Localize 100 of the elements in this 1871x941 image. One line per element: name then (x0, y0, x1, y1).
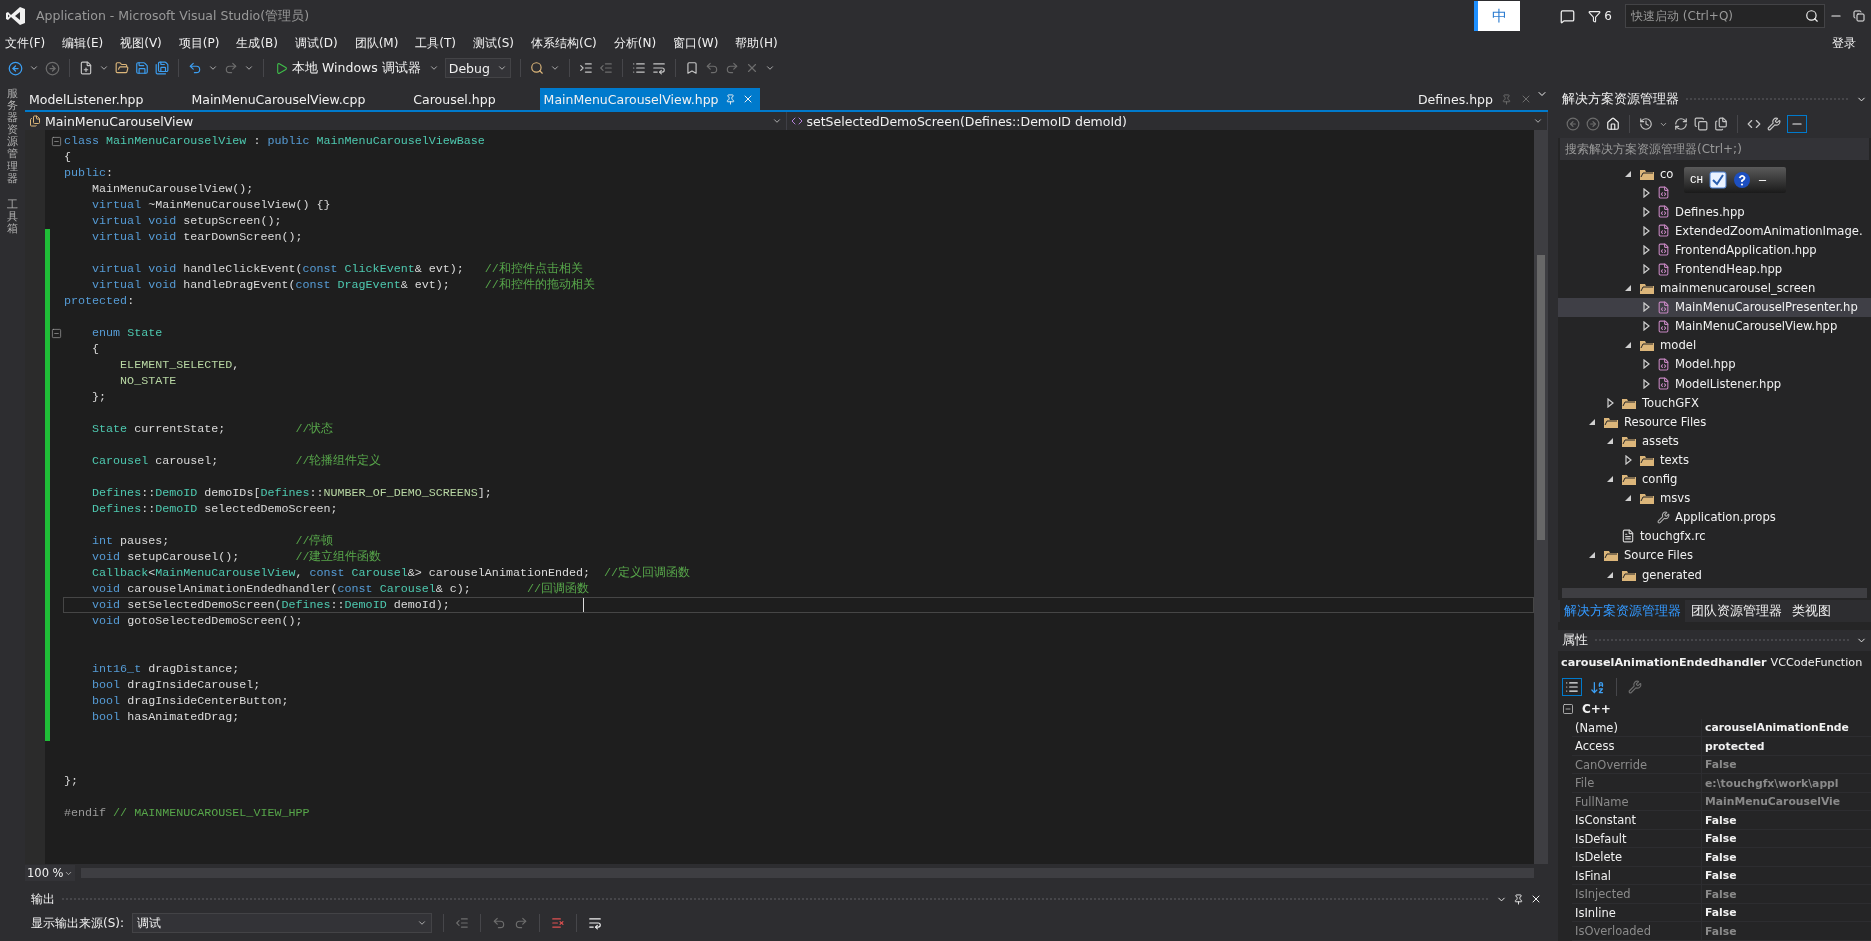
find-icon[interactable] (529, 61, 544, 75)
tree-row[interactable]: msvs (1558, 488, 1693, 508)
collapsed-arrow-icon[interactable] (1642, 187, 1650, 198)
menu-item[interactable]: 工具(T) (412, 34, 460, 52)
caret-icon[interactable] (1533, 116, 1543, 126)
save-icon[interactable] (135, 61, 149, 75)
collapsed-arrow-icon[interactable] (1642, 264, 1650, 274)
collapsed-arrow-icon[interactable] (1624, 454, 1632, 465)
forward-icon[interactable] (45, 60, 60, 76)
tree-row[interactable]: FrontendApplication.hpp (1558, 240, 1819, 260)
expanded-arrow-icon[interactable] (1606, 436, 1614, 445)
sign-in-link[interactable]: 登录 (1829, 34, 1859, 52)
back-icon[interactable] (8, 60, 23, 76)
expanded-arrow-icon[interactable] (1624, 494, 1632, 503)
collapse-icon[interactable] (51, 327, 62, 339)
side-tab[interactable]: 服务器资源管理器 (7, 88, 18, 185)
caret-icon[interactable] (428, 63, 439, 73)
menu-item[interactable]: 项目(P) (175, 34, 223, 52)
collapsed-arrow-icon[interactable] (1642, 321, 1650, 332)
redo-icon[interactable] (224, 61, 238, 75)
tree-row[interactable]: Resource Files (1558, 412, 1709, 432)
notifications-button[interactable]: 6 (1585, 9, 1615, 23)
back-icon[interactable] (1566, 117, 1580, 131)
tree-row[interactable]: FrontendHeap.hpp (1558, 259, 1785, 279)
previous-message-icon[interactable] (492, 916, 507, 930)
tree-row[interactable]: Source Files (1558, 545, 1695, 565)
save-all-icon[interactable] (155, 61, 169, 75)
checkbox-icon[interactable] (1709, 171, 1728, 189)
tree-row[interactable]: co (1558, 164, 1676, 184)
ime-mode-button[interactable]: 中 (1474, 1, 1521, 31)
alphabetical-icon[interactable] (1590, 679, 1605, 695)
pin-icon[interactable] (1513, 893, 1524, 905)
property-pages-icon[interactable] (1628, 680, 1642, 695)
play-icon[interactable] (275, 61, 288, 75)
expanded-arrow-icon[interactable] (1588, 417, 1596, 426)
menu-item[interactable]: 帮助(H) (732, 34, 781, 52)
menu-item[interactable]: 团队(M) (351, 34, 402, 52)
document-tab[interactable]: Carousel.hpp (409, 88, 502, 110)
clear-all-icon[interactable] (551, 916, 566, 930)
configuration-select[interactable]: Debug (444, 58, 511, 78)
collapse-icon[interactable] (51, 135, 62, 147)
collapsed-arrow-icon[interactable] (1642, 302, 1650, 313)
menu-item[interactable]: 文件(F) (2, 34, 49, 52)
word-wrap-icon[interactable] (588, 916, 603, 930)
caret-icon[interactable] (771, 116, 782, 126)
restore-icon[interactable] (1853, 10, 1865, 22)
caret-icon[interactable] (244, 63, 254, 73)
caret-icon[interactable] (99, 63, 109, 73)
comment-icon[interactable] (631, 61, 646, 75)
menu-item[interactable]: 编辑(E) (59, 34, 107, 52)
collapsed-arrow-icon[interactable] (1606, 397, 1614, 408)
tree-row[interactable]: texts (1558, 450, 1691, 470)
menu-item[interactable]: 测试(S) (470, 34, 518, 52)
home-icon[interactable] (1606, 117, 1620, 131)
tree-row[interactable]: model (1558, 335, 1699, 355)
menu-item[interactable]: 窗口(W) (670, 34, 722, 52)
expanded-arrow-icon[interactable] (1588, 551, 1596, 560)
quick-launch-field[interactable]: 快速启动 (Ctrl+Q) (1625, 4, 1825, 28)
tree-row[interactable]: ModelListener.hpp (1558, 374, 1784, 394)
tree-row[interactable]: assets (1558, 431, 1681, 451)
horizontal-scrollbar[interactable] (1562, 588, 1867, 598)
tree-row[interactable]: ExtendedZoomAnimationImage. (1558, 221, 1865, 241)
forward-icon[interactable] (1586, 117, 1600, 131)
tree-row[interactable]: TouchGFX (1558, 393, 1701, 413)
caret-icon[interactable] (208, 63, 218, 73)
feedback-icon[interactable] (1560, 8, 1576, 24)
menu-item[interactable]: 体系结构(C) (528, 34, 600, 52)
document-tab[interactable]: MainMenuCarouselView.cpp (187, 88, 372, 110)
undo-icon[interactable] (188, 61, 202, 75)
caret-icon[interactable] (417, 918, 428, 928)
expanded-arrow-icon[interactable] (1624, 284, 1632, 293)
vertical-scrollbar[interactable] (1534, 130, 1548, 864)
tree-row[interactable]: Model.hpp (1558, 354, 1738, 375)
document-tab[interactable]: ModelListener.hpp (25, 88, 150, 110)
collapsed-arrow-icon[interactable] (1642, 378, 1650, 389)
menu-item[interactable]: 分析(N) (610, 34, 660, 52)
next-message-icon[interactable] (514, 916, 529, 930)
uncomment-icon[interactable] (651, 61, 666, 75)
side-tab[interactable]: 工具箱 (7, 198, 18, 236)
collapse-all-icon[interactable] (1694, 117, 1708, 131)
collapsed-arrow-icon[interactable] (1642, 359, 1650, 370)
expanded-arrow-icon[interactable] (1624, 341, 1632, 350)
tree-row[interactable]: Defines.hpp (1558, 202, 1747, 222)
indent-icon[interactable] (578, 61, 593, 75)
menu-item[interactable]: 视图(V) (117, 34, 165, 52)
help-icon[interactable] (1733, 171, 1752, 189)
close-icon[interactable] (1530, 893, 1542, 905)
collapse-icon[interactable] (1562, 703, 1574, 716)
panel-tab[interactable]: 解决方案资源管理器 (1560, 600, 1685, 622)
expanded-arrow-icon[interactable] (1606, 570, 1614, 579)
collapsed-arrow-icon[interactable] (1642, 225, 1650, 236)
menu-item[interactable]: 调试(D) (292, 34, 341, 52)
tree-row[interactable]: config (1558, 469, 1680, 489)
tree-row-selected[interactable]: MainMenuCarouselPresenter.hp (1558, 297, 1871, 317)
tree-row[interactable]: Application.props (1558, 507, 1778, 527)
zoom-dropdown[interactable]: 100 % (25, 865, 75, 881)
caret-icon[interactable] (764, 63, 775, 73)
properties-icon[interactable] (1767, 117, 1781, 131)
new-file-icon[interactable] (79, 61, 93, 75)
menu-item[interactable]: 生成(B) (233, 34, 281, 52)
